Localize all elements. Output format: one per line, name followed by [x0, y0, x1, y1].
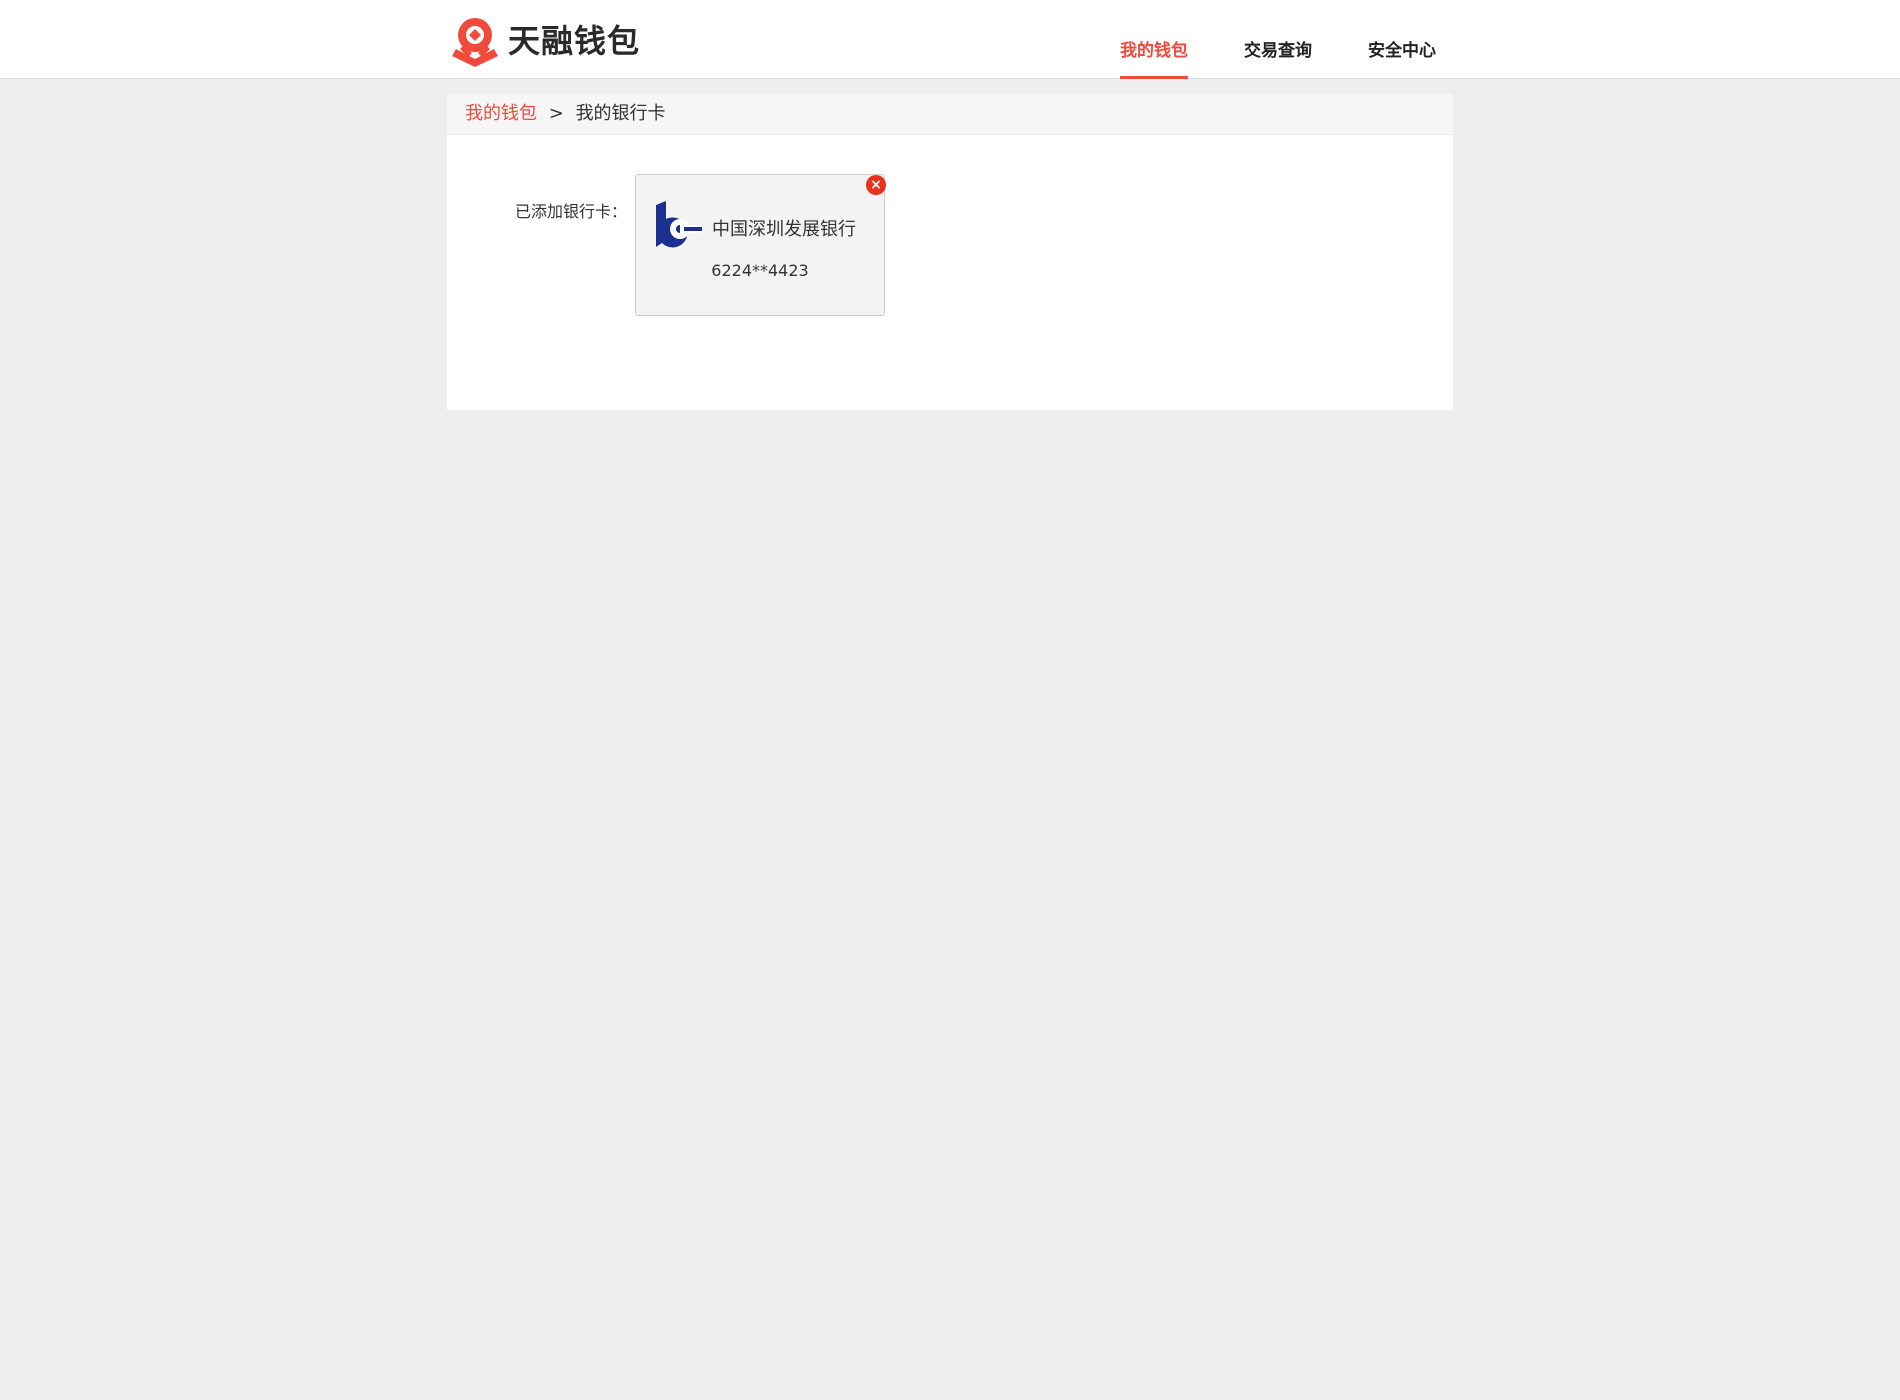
added-cards-label: 已添加银行卡：: [515, 202, 628, 221]
breadcrumb-current: 我的银行卡: [575, 103, 666, 124]
breadcrumb-separator: >: [548, 103, 564, 124]
nav-item-security-center[interactable]: 安全中心: [1368, 0, 1436, 78]
nav-item-my-wallet[interactable]: 我的钱包: [1120, 0, 1188, 79]
logo-text: 天融钱包: [508, 22, 641, 60]
top-header: 天融钱包 我的钱包 交易查询 安全中心: [0, 0, 1900, 79]
sdb-bank-logo-icon: [656, 201, 702, 248]
nav-item-transactions[interactable]: 交易查询: [1244, 0, 1312, 78]
site-logo[interactable]: 天融钱包: [450, 14, 640, 68]
card-number: 6224**4423: [711, 261, 809, 280]
main-nav: 我的钱包 交易查询 安全中心: [1120, 0, 1436, 79]
wallet-logo-icon: [452, 18, 498, 67]
close-icon[interactable]: ×: [866, 175, 886, 195]
bank-card[interactable]: 中国深圳发展银行 6224**4423 ×: [635, 174, 886, 316]
breadcrumb: 我的钱包 > 我的银行卡: [447, 94, 1453, 135]
bank-name: 中国深圳发展银行: [712, 219, 856, 240]
breadcrumb-link-my-wallet[interactable]: 我的钱包: [465, 103, 537, 124]
main-panel: 我的钱包 > 我的银行卡 已添加银行卡： 中国深圳发展银行 6224**4423…: [447, 94, 1453, 410]
